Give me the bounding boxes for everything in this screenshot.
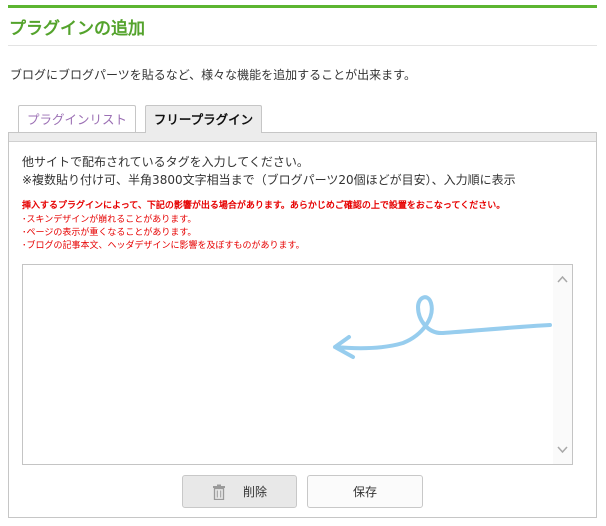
textarea-scrollbar[interactable] (553, 265, 572, 464)
warning-heading: 挿入するプラグインによって、下記の影響が出る場合があります。あらかじめご確認の上… (22, 201, 506, 211)
free-plugin-panel: 他サイトで配布されているタグを入力してください。 ※複数貼り付け可、半角3800… (8, 132, 597, 518)
warning-item: ･スキンデザインが崩れることがあります。 (22, 215, 197, 225)
warning-item: ･ページの表示が重くなることがあります。 (22, 228, 197, 238)
save-button-label: 保存 (352, 485, 377, 499)
delete-button[interactable]: 削除 (182, 475, 297, 508)
chevron-down-icon[interactable] (556, 443, 569, 456)
warning-item: ･ブログの記事本文、ヘッダデザインに影響を及ぼすものがあります。 (22, 241, 305, 251)
plugin-tag-textarea-wrapper (22, 264, 573, 465)
instruction-text: 他サイトで配布されているタグを入力してください。 (22, 155, 309, 169)
title-divider (8, 45, 597, 46)
page-description: ブログにブログパーツを貼るなど、様々な機能を追加することが出来ます。 (10, 68, 416, 82)
panel-top-strip (9, 133, 596, 142)
chevron-up-icon[interactable] (556, 273, 569, 286)
tab-free-plugin[interactable]: フリープラグイン (145, 105, 262, 133)
delete-button-label: 削除 (242, 485, 267, 499)
page-title: プラグインの追加 (9, 19, 145, 39)
save-button[interactable]: 保存 (307, 475, 423, 508)
trash-icon (212, 484, 225, 500)
tab-plugin-list[interactable]: プラグインリスト (18, 105, 136, 132)
instruction-note: ※複数貼り付け可、半角3800文字相当まで（ブログパーツ20個ほどが目安）、入力… (22, 173, 516, 187)
header-accent-rule (8, 5, 597, 8)
plugin-tag-textarea[interactable] (23, 265, 553, 464)
